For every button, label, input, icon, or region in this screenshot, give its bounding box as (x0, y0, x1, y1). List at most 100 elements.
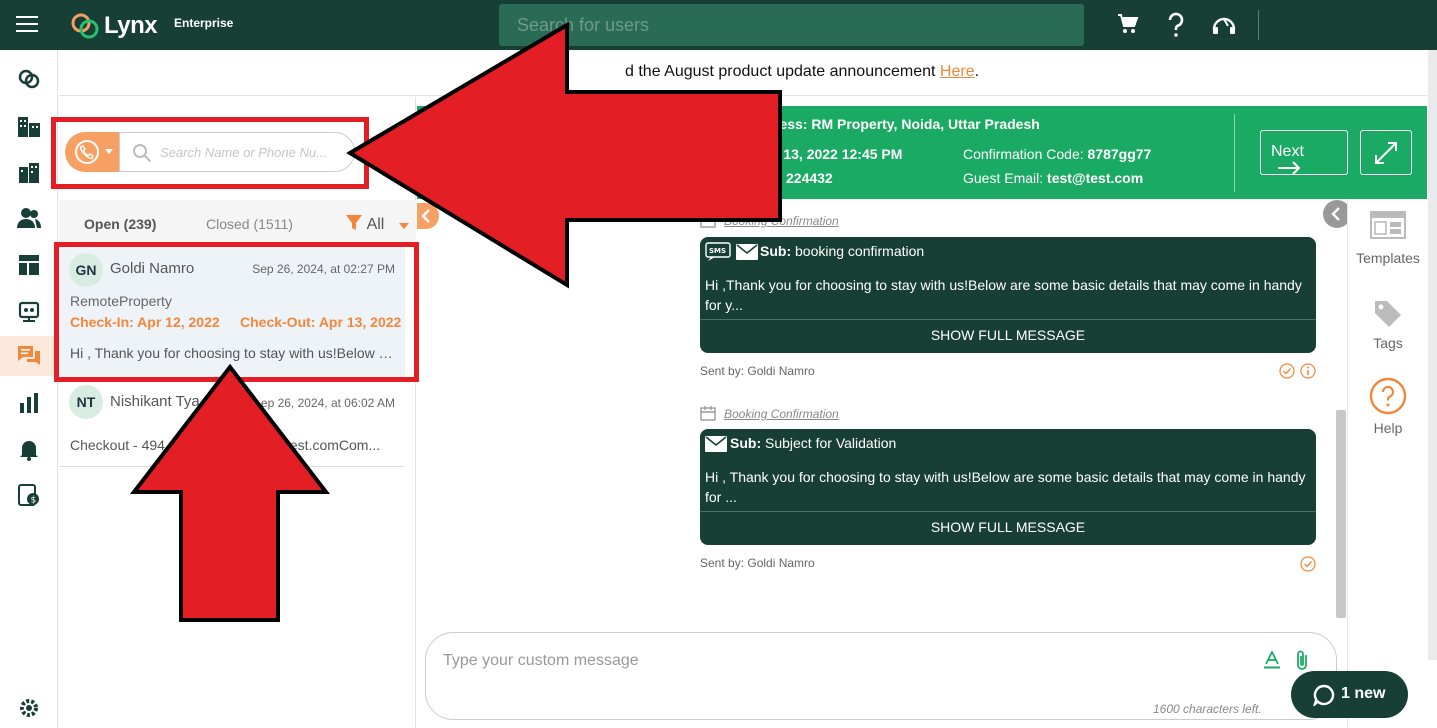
character-counter: 1600 characters left. (1153, 702, 1262, 716)
svg-text:SMS: SMS (709, 247, 726, 255)
nav-reports[interactable] (0, 383, 58, 423)
show-full-message-button[interactable]: SHOW FULL MESSAGE (700, 511, 1316, 543)
messages-icon (18, 346, 40, 365)
nav-automation[interactable] (0, 291, 58, 331)
menu-icon[interactable] (16, 16, 38, 34)
avatar: NT (69, 385, 103, 419)
message-composer[interactable]: Type your custom message 1600 characters… (425, 632, 1337, 720)
nav-dashboard[interactable] (0, 245, 58, 285)
tab-closed[interactable]: Closed (1511) (206, 216, 293, 232)
support-icon[interactable] (1211, 12, 1237, 38)
nav-buildings[interactable] (0, 106, 58, 146)
topbar-divider (1258, 10, 1259, 40)
subject-text: Subject for Validation (765, 435, 897, 451)
expand-button[interactable] (1360, 130, 1412, 175)
left-sidebar: $ (0, 50, 58, 728)
nav-billing[interactable]: $ (0, 475, 58, 515)
conversation-search: Search Name or Phone Nu... (65, 132, 355, 174)
user-search-input[interactable]: Search for users (499, 4, 1084, 46)
message-subject: Sub: Subject for Validation (730, 435, 896, 451)
delivered-check-icon (1279, 363, 1295, 379)
property-name: RemoteProperty (70, 293, 172, 309)
buildings-icon (18, 117, 40, 137)
tag-icon[interactable] (1373, 299, 1403, 329)
confirmation-label: Confirmation Code: (963, 146, 1084, 162)
billing-icon: $ (18, 484, 39, 506)
announcement-bar: d the August product update announcement… (59, 50, 1427, 96)
confirmation-code: Confirmation Code: 8787gg77 (963, 146, 1151, 162)
properties-icon (18, 69, 40, 89)
chat-widget-button[interactable]: 1 new (1291, 671, 1408, 718)
message-bubble: Sub: Subject for Validation Hi , Thank y… (700, 429, 1316, 545)
conversation-date: ep 26, 2024, at 06:02 AM (260, 396, 395, 410)
filter-dropdown[interactable]: All (345, 214, 384, 234)
phone-icon (75, 140, 99, 164)
message-tag-label: Booking Confirmation (724, 407, 839, 421)
tools-pane: Templates Tags Help (1347, 199, 1427, 728)
announcement-text: d the August product update announcement… (625, 63, 979, 81)
help-icon[interactable] (1166, 12, 1186, 38)
edition-label: Enterprise (174, 16, 234, 30)
help-circle-icon[interactable] (1369, 377, 1407, 415)
templates-label[interactable]: Templates (1348, 250, 1428, 266)
settings-icon (20, 699, 38, 717)
delivered-check-icon (1300, 556, 1316, 572)
messages-scrollbar[interactable] (1336, 410, 1346, 618)
nav-messages[interactable] (0, 336, 58, 376)
booking-details-header: ress: RM Property, Noida, Uttar Pradesh … (417, 106, 1427, 199)
cart-icon[interactable] (1116, 12, 1140, 36)
message-tag[interactable]: Booking Confirmation (700, 213, 839, 228)
announcement-link[interactable]: Here (940, 63, 975, 80)
collapse-list-button[interactable] (417, 203, 439, 229)
checkin-date: Check-In: Apr 12, 2022 (70, 314, 220, 330)
show-full-message-button[interactable]: SHOW FULL MESSAGE (700, 319, 1316, 351)
address-value: RM Property, Noida, Uttar Pradesh (811, 116, 1040, 132)
message-body: Hi ,Thank you for choosing to stay with … (705, 277, 1302, 313)
filter-icon (346, 215, 362, 230)
office-icon (19, 163, 39, 183)
subject-text: booking confirmation (795, 243, 925, 259)
chevron-left-icon (421, 209, 430, 223)
conversation-item[interactable]: GN Goldi Namro Sep 26, 2024, at 02:27 PM… (59, 246, 405, 378)
name-phone-search-input[interactable]: Search Name or Phone Nu... (119, 132, 355, 172)
channel-selector[interactable] (65, 132, 121, 172)
nav-notifications[interactable] (0, 429, 58, 469)
contact-name: Nishikant Tya (110, 393, 200, 410)
brand-name: Lynx (104, 12, 158, 39)
tags-label[interactable]: Tags (1348, 335, 1428, 351)
page-scrollbar[interactable] (1428, 50, 1437, 660)
help-label[interactable]: Help (1348, 420, 1428, 436)
sent-by: Sent by: Goldi Namro (700, 556, 815, 570)
calendar-icon (700, 406, 716, 421)
message-tag[interactable]: Booking Confirmation (700, 406, 839, 421)
reports-icon (20, 393, 38, 413)
templates-icon[interactable] (1370, 211, 1406, 239)
email-label: Guest Email: (963, 170, 1044, 186)
svg-text:$: $ (31, 496, 37, 506)
message-preview-tail: test.comCom... (286, 437, 381, 453)
tab-open[interactable]: Open (239) (84, 216, 156, 232)
chevron-down-icon[interactable] (399, 223, 409, 229)
announcement-message: d the August product update announcement (625, 63, 940, 80)
lynx-logo-icon (71, 13, 99, 39)
info-icon[interactable] (1300, 363, 1316, 379)
conversation-item[interactable]: NT Nishikant Tya ep 26, 2024, at 06:02 A… (59, 380, 405, 467)
next-button[interactable]: Next (1260, 130, 1348, 175)
nav-settings[interactable] (0, 688, 58, 728)
attachment-icon[interactable] (1295, 649, 1309, 671)
nav-office[interactable] (0, 152, 58, 192)
notifications-icon (20, 441, 38, 461)
message-body: Hi , Thank you for choosing to stay with… (705, 469, 1306, 505)
nav-properties[interactable] (0, 59, 58, 99)
subject-label: Sub: (760, 243, 792, 259)
confirmation-value: 8787gg77 (1087, 146, 1152, 162)
sms-icon: SMS (705, 242, 731, 261)
brand-logo[interactable]: Lynx (70, 11, 158, 41)
composer-placeholder: Type your custom message (443, 652, 639, 669)
chat-widget-label: 1 new (1341, 685, 1386, 702)
text-format-icon[interactable] (1264, 651, 1280, 669)
guest-email: Guest Email: test@test.com (963, 170, 1143, 186)
nav-guests[interactable] (0, 198, 58, 238)
search-placeholder: Search Name or Phone Nu... (160, 145, 327, 160)
property-address: ress: RM Property, Noida, Uttar Pradesh (774, 116, 1040, 132)
